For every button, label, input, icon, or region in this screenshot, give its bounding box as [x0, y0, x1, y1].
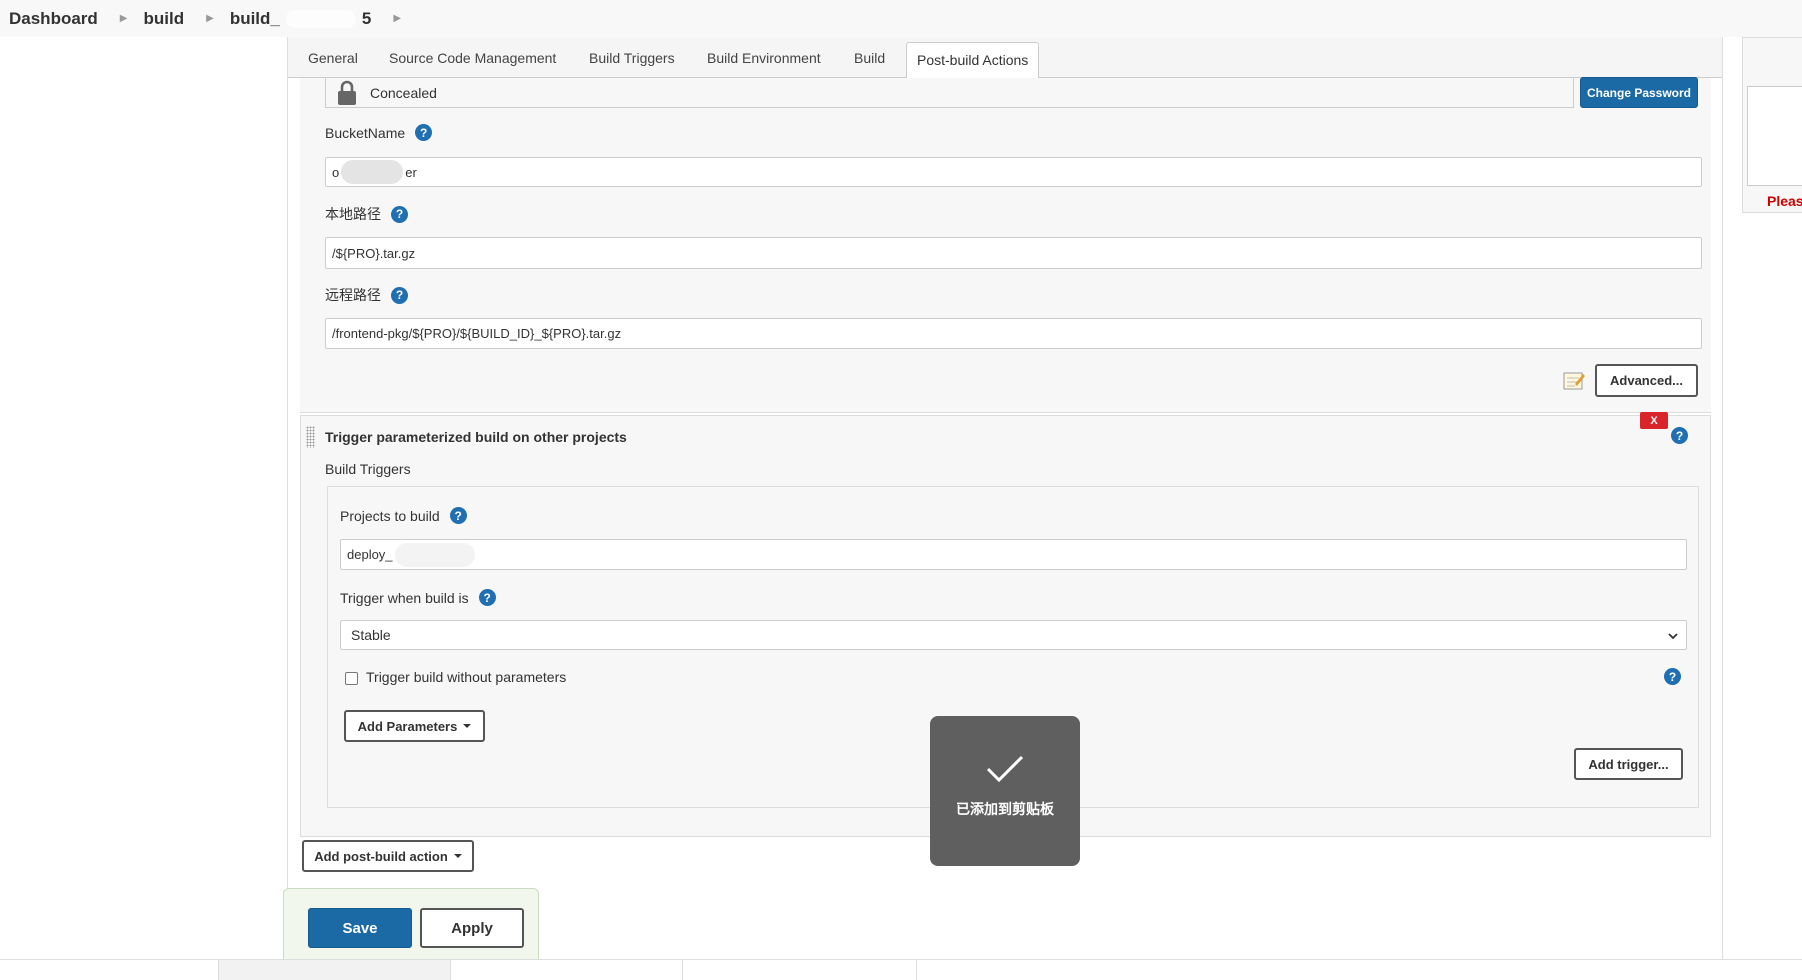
password-concealed-text: Concealed: [370, 84, 437, 101]
tab-source-code-management[interactable]: Source Code Management: [389, 50, 556, 66]
tab-build-environment[interactable]: Build Environment: [707, 50, 821, 66]
tab-general[interactable]: General: [308, 50, 358, 66]
projects-to-build-label-text: Projects to build: [340, 507, 440, 524]
add-trigger-button[interactable]: Add trigger...: [1574, 748, 1683, 780]
footer-tab[interactable]: [218, 960, 450, 980]
chevron-right-icon[interactable]: ▶: [393, 13, 401, 24]
add-parameters-label: Add Parameters: [357, 718, 458, 734]
footer-tab[interactable]: [682, 960, 916, 980]
local-path-label-text: 本地路径: [325, 206, 381, 222]
password-field: Concealed: [325, 78, 1574, 108]
panel-border: [287, 37, 288, 960]
help-icon[interactable]: ?: [391, 286, 408, 304]
breadcrumb-build[interactable]: build: [144, 9, 185, 29]
trigger-without-params-checkbox[interactable]: [345, 672, 358, 685]
remote-path-input[interactable]: /frontend-pkg/${PRO}/${BUILD_ID}_${PRO}.…: [325, 318, 1702, 349]
lock-icon: [330, 80, 364, 106]
apply-button[interactable]: Apply: [420, 908, 524, 948]
help-icon[interactable]: ?: [391, 205, 408, 223]
trigger-when-selected: Stable: [351, 627, 391, 643]
side-widget-warning: Pleas: [1767, 193, 1802, 209]
remote-path-label: 远程路径 ?: [325, 285, 408, 305]
projects-to-build-label: Projects to build ?: [340, 507, 467, 524]
build-triggers-heading: Build Triggers: [325, 461, 411, 477]
redacted-text: [341, 160, 404, 184]
tab-build[interactable]: Build: [854, 50, 885, 66]
caret-down-icon: [463, 724, 472, 728]
trigger-when-select[interactable]: Stable: [340, 620, 1687, 650]
help-icon[interactable]: ?: [478, 589, 496, 606]
chevron-down-icon: [1668, 627, 1678, 643]
chevron-right-icon[interactable]: ▶: [206, 13, 214, 24]
clipboard-toast: 已添加到剪贴板: [930, 716, 1080, 866]
chevron-right-icon[interactable]: ▶: [120, 13, 128, 24]
remote-path-label-text: 远程路径: [325, 287, 381, 303]
add-post-build-action-label: Add post-build action: [314, 848, 448, 864]
bucket-name-value-start: o: [332, 164, 340, 180]
breadcrumb: Dashboard ▶ build ▶ build_ 5 ▶: [0, 0, 1802, 37]
footer-tab[interactable]: [450, 960, 682, 980]
redacted-text: [285, 9, 356, 28]
notepad-icon[interactable]: [1563, 370, 1585, 391]
breadcrumb-job-suffix[interactable]: 5: [362, 9, 371, 29]
tab-post-build-actions[interactable]: Post-build Actions: [906, 42, 1040, 79]
trigger-when-label: Trigger when build is ?: [340, 589, 496, 606]
add-parameters-button[interactable]: Add Parameters: [344, 710, 485, 742]
caret-down-icon: [453, 854, 462, 858]
breadcrumb-dashboard[interactable]: Dashboard: [9, 9, 98, 29]
projects-to-build-input[interactable]: deploy_: [340, 539, 1687, 570]
help-icon[interactable]: ?: [1671, 427, 1688, 444]
bucket-name-label: BucketName ?: [325, 124, 433, 141]
help-icon[interactable]: ?: [449, 507, 467, 524]
breadcrumb-job[interactable]: build_: [230, 9, 280, 29]
footer-tab: [916, 960, 918, 980]
checkmark-icon: [985, 754, 1025, 787]
help-icon[interactable]: ?: [1664, 668, 1681, 685]
side-widget: Pleas: [1742, 37, 1802, 213]
bucket-name-value-end: er: [405, 164, 417, 180]
drag-handle-icon[interactable]: [306, 426, 315, 448]
trigger-section-title: Trigger parameterized build on other pro…: [325, 429, 627, 445]
tab-build-triggers[interactable]: Build Triggers: [589, 50, 675, 66]
delete-section-button[interactable]: X: [1640, 412, 1668, 429]
help-icon[interactable]: ?: [415, 124, 433, 141]
advanced-button[interactable]: Advanced...: [1595, 364, 1698, 397]
save-button[interactable]: Save: [308, 908, 412, 948]
change-password-button[interactable]: Change Password: [1580, 77, 1698, 108]
local-path-input[interactable]: /${PRO}.tar.gz: [325, 237, 1702, 269]
panel-border: [1722, 37, 1723, 960]
trigger-when-label-text: Trigger when build is: [340, 589, 469, 606]
side-widget-input[interactable]: [1747, 86, 1802, 186]
add-post-build-action-button[interactable]: Add post-build action: [302, 840, 474, 872]
local-path-label: 本地路径 ?: [325, 204, 408, 224]
bucket-name-label-text: BucketName: [325, 124, 406, 141]
trigger-without-params-label[interactable]: Trigger build without parameters: [366, 669, 566, 685]
config-tabs: General Source Code Management Build Tri…: [288, 37, 1722, 79]
projects-to-build-value: deploy_: [347, 547, 393, 562]
redacted-text: [394, 542, 475, 567]
bucket-name-input[interactable]: o er: [325, 157, 1702, 187]
toast-message: 已添加到剪贴板: [956, 801, 1054, 817]
